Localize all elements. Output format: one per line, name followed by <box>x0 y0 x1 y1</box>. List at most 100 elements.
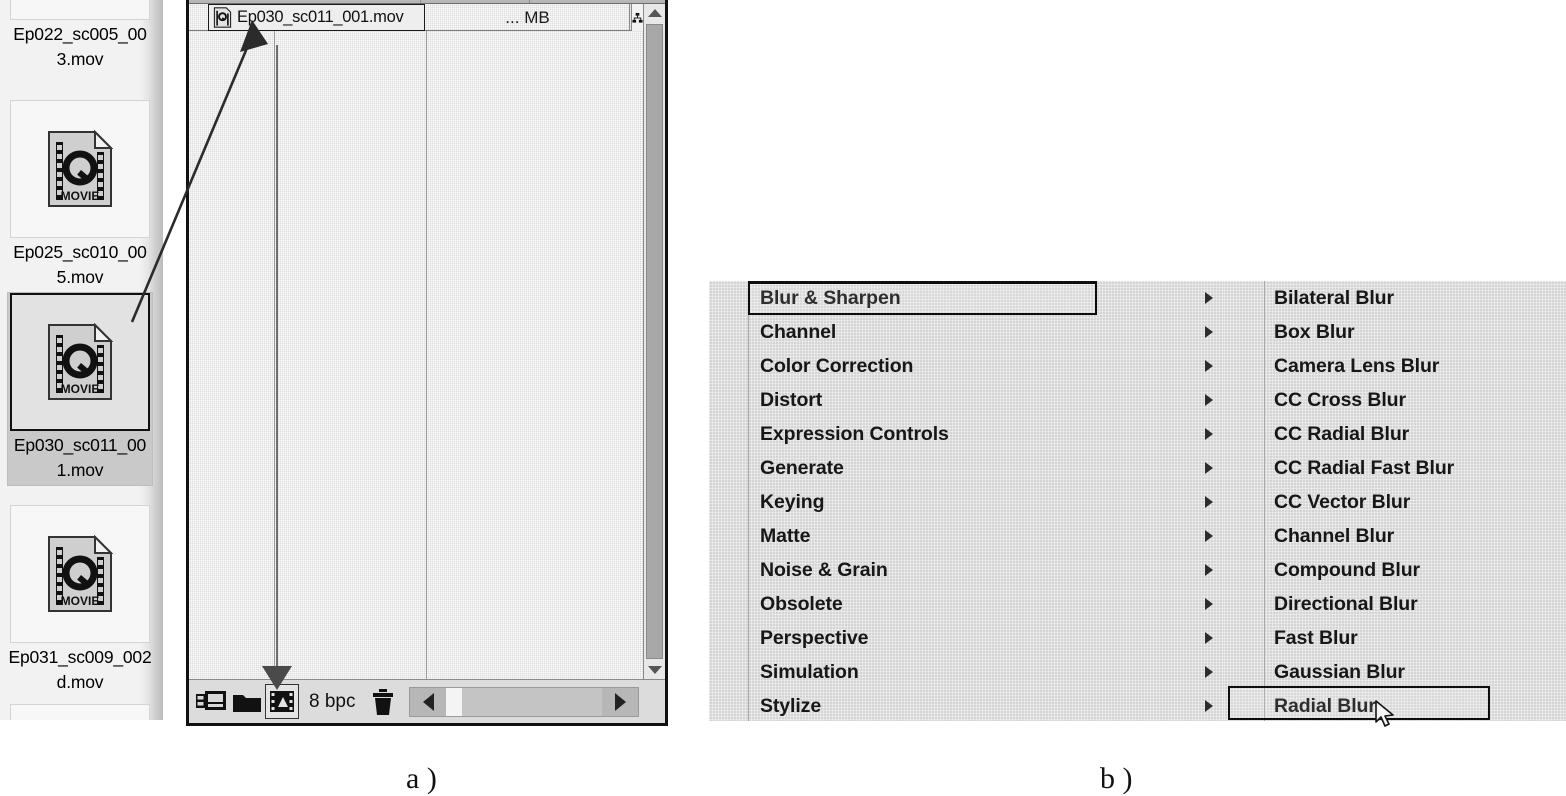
menu-item-label: Noise & Grain <box>760 558 888 581</box>
menu-item-label: CC Radial Blur <box>1274 422 1410 445</box>
project-row-name-cell[interactable]: Ep030_sc011_001.mov <box>208 4 425 31</box>
project-row-size-label: ... MB <box>505 7 550 27</box>
column-divider[interactable] <box>420 0 421 3</box>
submenu-item-cc-radial-fast-blur[interactable]: CC Radial Fast Blur <box>1224 451 1566 485</box>
file-browser-item-selected[interactable]: MOVIE Ep030_sc011_001.mov <box>7 292 153 486</box>
project-row-size-cell: ... MB <box>426 4 630 31</box>
menu-item-label: CC Vector Blur <box>1274 490 1411 513</box>
menu-item-blur-sharpen-highlight <box>748 282 1097 315</box>
menu-item-label: Distort <box>760 388 823 411</box>
figure-caption-a: a ) <box>406 762 437 795</box>
menu-item-expression-controls[interactable]: Expression Controls <box>709 417 1235 451</box>
menu-item-label: Channel Blur <box>1274 524 1395 547</box>
scrollbar-track[interactable] <box>446 687 462 716</box>
menu-item-color-correction[interactable]: Color Correction <box>709 349 1235 383</box>
table-row[interactable]: Ep030_sc011_001.mov ... MB <box>189 4 643 31</box>
scroll-down-arrow-icon[interactable] <box>644 661 665 679</box>
effect-category-menu[interactable]: Blur & Sharpen Channel Color Correction … <box>709 281 1235 721</box>
composition-link-icon <box>632 12 643 23</box>
menu-item-matte[interactable]: Matte <box>709 519 1235 553</box>
submenu-arrow-icon <box>1205 326 1213 338</box>
file-browser-item-label: Ep022_sc005_003.mov <box>13 24 147 69</box>
scroll-up-arrow-icon[interactable] <box>644 4 665 22</box>
submenu-item-cc-radial-blur[interactable]: CC Radial Blur <box>1224 417 1566 451</box>
scrollbar-thumb[interactable] <box>646 24 663 659</box>
menu-item-noise-grain[interactable]: Noise & Grain <box>709 553 1235 587</box>
submenu-item-directional-blur[interactable]: Directional Blur <box>1224 587 1566 621</box>
project-panel-toolbar[interactable]: 8 bpc <box>189 679 665 723</box>
column-guide-line <box>274 31 275 679</box>
blur-sharpen-submenu[interactable]: Bilateral Blur Box Blur Camera Lens Blur… <box>1224 281 1566 721</box>
column-divider[interactable] <box>529 0 530 3</box>
submenu-item-fast-blur[interactable]: Fast Blur <box>1224 621 1566 655</box>
submenu-item-box-blur[interactable]: Box Blur <box>1224 315 1566 349</box>
menu-item-perspective[interactable]: Perspective <box>709 621 1235 655</box>
svg-text:MOVIE: MOVIE <box>61 382 100 396</box>
submenu-item-bilateral-blur[interactable]: Bilateral Blur <box>1224 281 1566 315</box>
file-browser-item[interactable]: MOVIE Ep025_sc010_005.mov <box>7 100 153 290</box>
submenu-arrow-icon <box>1205 632 1213 644</box>
movie-file-icon: MOVIE <box>48 130 113 207</box>
menu-item-label: Obsolete <box>760 592 843 615</box>
menu-item-label: Color Correction <box>760 354 914 377</box>
menu-item-label: Simulation <box>760 660 859 683</box>
menu-item-simulation[interactable]: Simulation <box>709 655 1235 689</box>
menu-item-stylize[interactable]: Stylize <box>709 689 1235 723</box>
project-row-switch-cell[interactable] <box>631 4 643 31</box>
svg-text:MOVIE: MOVIE <box>61 189 100 203</box>
menu-item-label: Stylize <box>760 694 822 717</box>
file-browser-item[interactable]: MOVIE Ep031_sc009_002d.mov <box>7 505 153 695</box>
vertical-scrollbar[interactable] <box>643 4 665 679</box>
menu-item-generate[interactable]: Generate <box>709 451 1235 485</box>
file-browser-item[interactable] <box>7 704 153 720</box>
file-thumbnail: MOVIE <box>10 0 150 20</box>
submenu-arrow-icon <box>1205 666 1213 678</box>
menu-item-label: Gaussian Blur <box>1274 660 1405 683</box>
menu-item-label: CC Radial Fast Blur <box>1274 456 1455 479</box>
menu-item-label: Generate <box>760 456 844 479</box>
submenu-item-camera-lens-blur[interactable]: Camera Lens Blur <box>1224 349 1566 383</box>
project-item-list[interactable]: Ep030_sc011_001.mov ... MB <box>189 4 643 679</box>
menu-item-label: Camera Lens Blur <box>1274 354 1440 377</box>
horizontal-scrollbar[interactable] <box>409 686 639 717</box>
menu-item-label: Keying <box>760 490 825 513</box>
new-folder-icon[interactable] <box>229 685 265 718</box>
submenu-item-cc-vector-blur[interactable]: CC Vector Blur <box>1224 485 1566 519</box>
menu-item-distort[interactable]: Distort <box>709 383 1235 417</box>
submenu-item-radial-blur-highlight <box>1228 686 1490 720</box>
svg-text:MOVIE: MOVIE <box>61 594 100 608</box>
submenu-item-gaussian-blur[interactable]: Gaussian Blur <box>1224 655 1566 689</box>
scrollbar-thumb[interactable] <box>462 687 602 716</box>
submenu-item-channel-blur[interactable]: Channel Blur <box>1224 519 1566 553</box>
column-guide-line <box>426 31 427 679</box>
trash-icon[interactable] <box>365 685 401 718</box>
submenu-arrow-icon <box>1205 700 1213 712</box>
scroll-left-arrow-icon[interactable] <box>410 687 447 716</box>
file-browser-item[interactable]: MOVIE Ep022_sc005_003.mov <box>7 0 153 72</box>
file-browser-item-label: Ep030_sc011_001.mov <box>13 435 147 480</box>
menu-item-channel[interactable]: Channel <box>709 315 1235 349</box>
project-panel[interactable]: Name Size Comment Ep030_sc011_001.mov ..… <box>186 0 668 726</box>
submenu-arrow-icon <box>1205 292 1213 304</box>
menu-item-label: Channel <box>760 320 837 343</box>
movie-file-icon: MOVIE <box>48 323 113 400</box>
submenu-item-cc-cross-blur[interactable]: CC Cross Blur <box>1224 383 1566 417</box>
menu-item-keying[interactable]: Keying <box>709 485 1235 519</box>
submenu-arrow-icon <box>1205 530 1213 542</box>
menu-item-obsolete[interactable]: Obsolete <box>709 587 1235 621</box>
menu-item-label: Bilateral Blur <box>1274 286 1394 309</box>
project-row-name-label: Ep030_sc011_001.mov <box>237 8 404 26</box>
footage-file-browser[interactable]: MOVIE Ep022_sc005_003.mov <box>0 0 163 720</box>
file-thumbnail <box>10 704 150 720</box>
menu-item-label: Fast Blur <box>1274 626 1358 649</box>
submenu-item-compound-blur[interactable]: Compound Blur <box>1224 553 1566 587</box>
interpret-footage-icon[interactable] <box>265 684 299 719</box>
color-depth-label[interactable]: 8 bpc <box>299 691 365 713</box>
submenu-arrow-icon <box>1205 598 1213 610</box>
submenu-arrow-icon <box>1205 564 1213 576</box>
menu-item-label: Expression Controls <box>760 422 949 445</box>
menu-item-label: Directional Blur <box>1274 592 1418 615</box>
file-thumbnail: MOVIE <box>10 100 150 238</box>
new-composition-icon[interactable] <box>193 685 229 718</box>
scroll-right-arrow-icon[interactable] <box>602 687 638 716</box>
